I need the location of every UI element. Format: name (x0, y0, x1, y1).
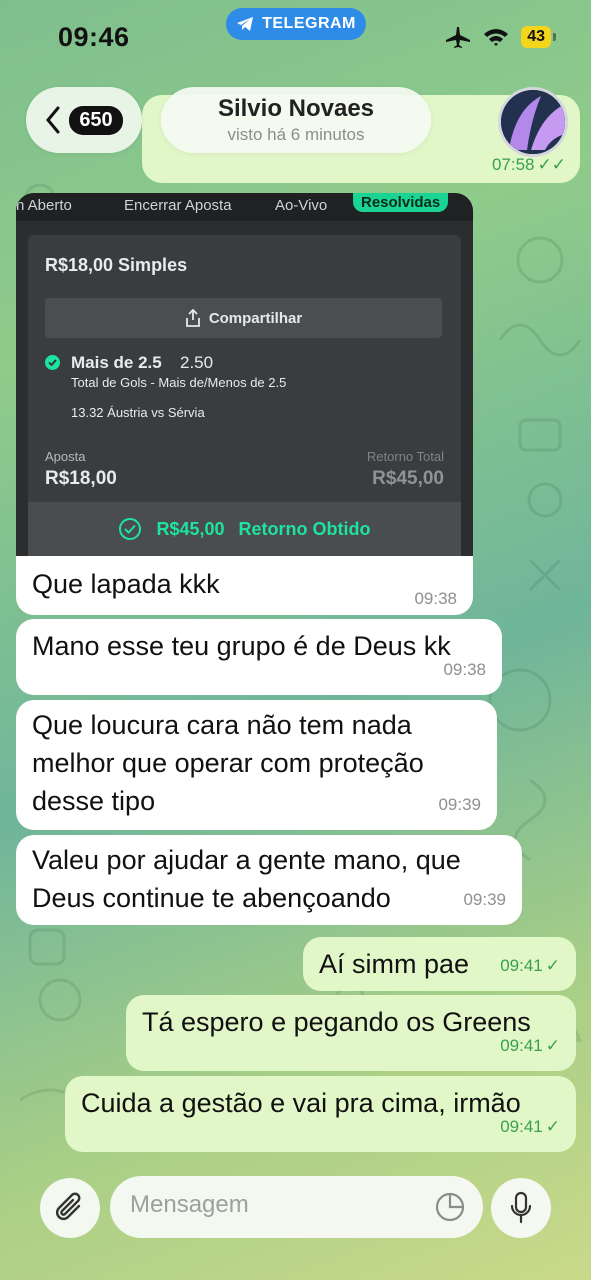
last-seen: visto há 6 minutos (227, 125, 365, 144)
return-label: Retorno Total (366, 449, 444, 464)
message-text-line: Valeu por ajudar a gente mano, que (32, 845, 461, 875)
tab-resolved: Resolvidas (353, 193, 449, 212)
outgoing-message[interactable]: Tá espero e pegando os Greens 09:41 ✓ (126, 995, 576, 1071)
incoming-message[interactable]: Mano esse teu grupo é de Deus kk 09:38 (16, 619, 502, 695)
stake-label: Aposta (45, 449, 86, 464)
message-input[interactable]: Mensagem (110, 1176, 483, 1238)
message-time: 09:41 (500, 956, 543, 975)
back-button[interactable]: 650 (26, 87, 142, 153)
event-name: 13.32 Áustria vs Sérvia (71, 405, 205, 420)
message-text-line: Que loucura cara não tem nada (32, 710, 412, 740)
message-input-placeholder: Mensagem (130, 1191, 249, 1218)
returned-label: Retorno Obtido (238, 518, 371, 539)
telegram-pill-label: TELEGRAM (262, 15, 356, 32)
wifi-icon (484, 29, 509, 46)
back-chevron-icon (46, 106, 60, 134)
message-time: 09:39 (438, 795, 481, 814)
bet-card: R$18,00 Simples Compartilhar Mais de 2.5… (28, 235, 461, 556)
selection-name: Mais de 2.5 (71, 353, 162, 372)
message-text: Aí simm pae (319, 949, 470, 979)
contact-name: Silvio Novaes (217, 95, 375, 122)
tab-open: n Aberto (16, 197, 72, 214)
check-circle-icon (119, 518, 142, 540)
outgoing-message[interactable]: Cuida a gestão e vai pra cima, irmão 09:… (65, 1076, 576, 1152)
message-text-line: melhor que operar com proteção (32, 748, 424, 778)
unread-count-badge: 650 (69, 105, 123, 135)
battery-indicator: 43 (521, 26, 556, 48)
check-icon (45, 355, 60, 370)
message-text: Cuida a gestão e vai pra cima, irmão (81, 1088, 521, 1118)
message-time: 07:58 ✓✓ (491, 155, 567, 174)
tab-cashout: Encerrar Aposta (124, 197, 232, 214)
message-time: 09:41 (500, 1117, 543, 1136)
share-button: Compartilhar (45, 298, 442, 338)
message-text: Mano esse teu grupo é de Deus kk (32, 631, 451, 661)
status-time: 09:46 (58, 22, 130, 52)
avatar[interactable] (498, 87, 568, 157)
avatar-image (501, 90, 565, 154)
message-time: 09:39 (463, 890, 506, 909)
message-time: 09:38 (414, 589, 457, 608)
attach-button[interactable] (40, 1178, 100, 1238)
status-icons: 43 (445, 26, 556, 48)
chat-title[interactable]: Silvio Novaes visto há 6 minutos (161, 87, 431, 153)
status-bar: 09:46 TELEGRAM 43 (0, 0, 591, 70)
bet-screenshot[interactable]: n Aberto Encerrar Aposta Ao-Vivo Resolvi… (16, 193, 473, 556)
double-check-icon: ✓✓ (537, 155, 567, 174)
message-time: 09:41 (500, 1036, 543, 1055)
telegram-pill[interactable]: TELEGRAM (226, 8, 366, 40)
message-time: 09:38 (443, 660, 486, 679)
selection-odds: 2.50 (180, 353, 214, 372)
return-obtained-bar: R$45,00 Retorno Obtido (28, 502, 461, 556)
airplane-icon (446, 27, 471, 48)
return-value: R$45,00 (372, 468, 444, 489)
check-icon: ✓ (545, 1117, 560, 1136)
check-icon: ✓ (545, 1036, 560, 1055)
bet-title: R$18,00 Simples (45, 255, 188, 275)
outgoing-message[interactable]: Aí simm pae 09:41 ✓ (303, 937, 576, 991)
tab-live: Ao-Vivo (275, 197, 328, 214)
incoming-message[interactable]: Que loucura cara não tem nada melhor que… (16, 700, 497, 830)
share-label: Compartilhar (208, 309, 303, 327)
paperclip-icon (56, 1192, 81, 1220)
share-icon (185, 309, 200, 327)
microphone-icon (510, 1191, 532, 1224)
image-message[interactable]: n Aberto Encerrar Aposta Ao-Vivo Resolvi… (16, 193, 473, 615)
telegram-icon (237, 17, 254, 31)
message-text-line: Deus continue te abençoando (32, 883, 391, 913)
message-text-line: desse tipo (32, 786, 156, 816)
message-text: Que lapada kkk (32, 569, 220, 599)
market-name: Total de Gols - Mais de/Menos de 2.5 (71, 375, 287, 390)
voice-record-button[interactable] (491, 1178, 551, 1238)
check-icon: ✓ (545, 956, 560, 975)
incoming-message[interactable]: Valeu por ajudar a gente mano, que Deus … (16, 835, 522, 925)
stake-value: R$18,00 (45, 468, 117, 489)
message-text: Tá espero e pegando os Greens (142, 1007, 531, 1037)
bet-tabs: n Aberto Encerrar Aposta Ao-Vivo Resolvi… (16, 193, 473, 221)
returned-value: R$45,00 (156, 518, 225, 539)
sticker-icon[interactable] (435, 1192, 465, 1222)
